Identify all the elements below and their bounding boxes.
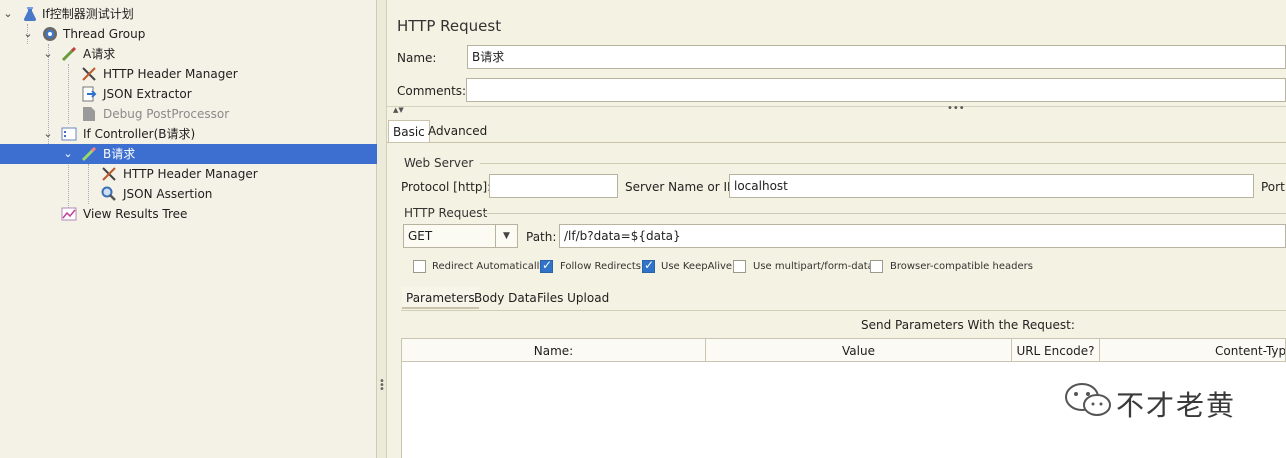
- tree-item-label: HTTP Header Manager: [103, 67, 238, 81]
- pipette-icon: [81, 146, 97, 162]
- collapse-bar[interactable]: ▲▼ •••: [387, 103, 1286, 116]
- chevron-down-icon[interactable]: ⌄: [42, 44, 54, 64]
- drag-dots-icon[interactable]: •••: [947, 103, 965, 114]
- method-select[interactable]: GET ▼: [403, 224, 518, 248]
- tree-item-label: If Controller(B请求): [83, 127, 196, 141]
- tree-item-label: Debug PostProcessor: [103, 107, 230, 121]
- group-border: [480, 163, 1286, 164]
- browser-compatible-headers-checkbox[interactable]: [870, 260, 883, 273]
- send-params-label: Send Parameters With the Request:: [861, 318, 1075, 332]
- tree-item-label: HTTP Header Manager: [123, 167, 258, 181]
- checkbox-label: Use KeepAlive: [661, 261, 733, 272]
- test-plan-tree[interactable]: ⌄ If控制器测试计划 ⌄ Thread Group ⌄ A请求 HTTP He…: [0, 0, 377, 458]
- tree-item-thread-group[interactable]: ⌄ Thread Group: [0, 24, 377, 44]
- protocol-field[interactable]: [489, 174, 618, 198]
- http-request-group-label: HTTP Request: [404, 206, 488, 220]
- tree-item-label: If控制器测试计划: [42, 7, 134, 21]
- web-server-group-label: Web Server: [404, 156, 474, 170]
- checkbox-label: Redirect Automatically: [432, 261, 546, 272]
- chevron-down-icon[interactable]: ⌄: [42, 124, 54, 144]
- tree-item-json-extractor[interactable]: JSON Extractor: [0, 84, 377, 104]
- chevron-down-icon[interactable]: ⌄: [62, 144, 74, 164]
- comments-label: Comments:: [397, 84, 467, 98]
- tree-item-http-header-manager[interactable]: HTTP Header Manager: [0, 64, 377, 84]
- gear-icon: [43, 27, 57, 41]
- panel-title: HTTP Request: [397, 17, 502, 35]
- watermark-text: 不才老黄: [1116, 389, 1237, 422]
- tab-parameters[interactable]: Parameters: [402, 287, 479, 309]
- comments-field[interactable]: [466, 78, 1286, 102]
- tab-files-upload[interactable]: Files Upload: [533, 287, 613, 309]
- checkbox-label: Use multipart/form-data: [753, 261, 874, 272]
- follow-redirects-checkbox[interactable]: [540, 258, 553, 273]
- tab-advanced[interactable]: Advanced: [424, 120, 491, 142]
- server-name-field[interactable]: localhost: [729, 174, 1254, 198]
- tree-item-label: Thread Group: [63, 27, 146, 41]
- tab-divider: [401, 310, 1286, 311]
- tree-item-a-request[interactable]: ⌄ A请求: [0, 44, 377, 64]
- flask-icon: [24, 7, 36, 21]
- tab-body-data[interactable]: Body Data: [470, 287, 541, 309]
- name-label: Name:: [397, 51, 437, 65]
- collapse-arrows-icon[interactable]: ▲▼: [393, 106, 404, 114]
- tree-item-label: A请求: [83, 47, 116, 61]
- use-keepalive-checkbox[interactable]: [642, 258, 655, 273]
- path-label: Path:: [526, 230, 557, 244]
- tree-item-b-request[interactable]: ⌄ B请求: [0, 144, 377, 164]
- tab-divider: [387, 142, 1286, 143]
- magnifier-icon: [101, 186, 116, 201]
- name-field[interactable]: B请求: [467, 45, 1286, 69]
- method-value: GET: [408, 229, 433, 243]
- chevron-down-icon[interactable]: ⌄: [2, 4, 14, 24]
- tree-item-label: View Results Tree: [83, 207, 188, 221]
- tree-item-view-results-tree[interactable]: View Results Tree: [0, 204, 377, 224]
- pipette-icon: [61, 46, 77, 62]
- checkbox-label: Follow Redirects: [560, 261, 641, 272]
- checkbox-label: Browser-compatible headers: [890, 261, 1033, 272]
- path-field[interactable]: /lf/b?data=${data}: [559, 224, 1286, 248]
- column-header-value[interactable]: Value: [705, 338, 1012, 362]
- tree-item-label: B请求: [103, 147, 136, 161]
- server-name-label: Server Name or IP:: [625, 180, 739, 194]
- tree-item-http-header-manager[interactable]: HTTP Header Manager: [0, 164, 377, 184]
- chart-icon: [61, 207, 77, 221]
- chevron-down-icon[interactable]: ▼: [495, 225, 517, 247]
- splitter-grip-icon[interactable]: • • •: [379, 377, 385, 395]
- group-border: [483, 213, 1286, 214]
- redirect-automatically-checkbox[interactable]: [413, 260, 426, 273]
- controller-icon: [61, 127, 77, 141]
- column-header-name[interactable]: Name:: [401, 338, 706, 362]
- port-label: Port: [1261, 180, 1285, 194]
- column-header-url-encode[interactable]: URL Encode?: [1011, 338, 1100, 362]
- column-header-content-type[interactable]: Content-Type: [1099, 338, 1286, 362]
- tree-item-label: JSON Assertion: [123, 187, 213, 201]
- tree-item-debug-postprocessor[interactable]: Debug PostProcessor: [0, 104, 377, 124]
- protocol-label: Protocol [http]:: [401, 180, 492, 194]
- chevron-down-icon[interactable]: ⌄: [22, 24, 34, 44]
- wechat-logo-icon: [1065, 383, 1111, 416]
- tree-item-test-plan[interactable]: ⌄ If控制器测试计划: [0, 4, 377, 24]
- tools-icon: [102, 167, 116, 181]
- tree-item-label: JSON Extractor: [103, 87, 192, 101]
- tree-item-json-assertion[interactable]: JSON Assertion: [0, 184, 377, 204]
- tools-icon: [82, 67, 96, 81]
- tree-item-if-controller[interactable]: ⌄ If Controller(B请求): [0, 124, 377, 144]
- debug-icon: [83, 107, 95, 121]
- extractor-icon: [82, 86, 97, 102]
- use-multipart-checkbox[interactable]: [733, 260, 746, 273]
